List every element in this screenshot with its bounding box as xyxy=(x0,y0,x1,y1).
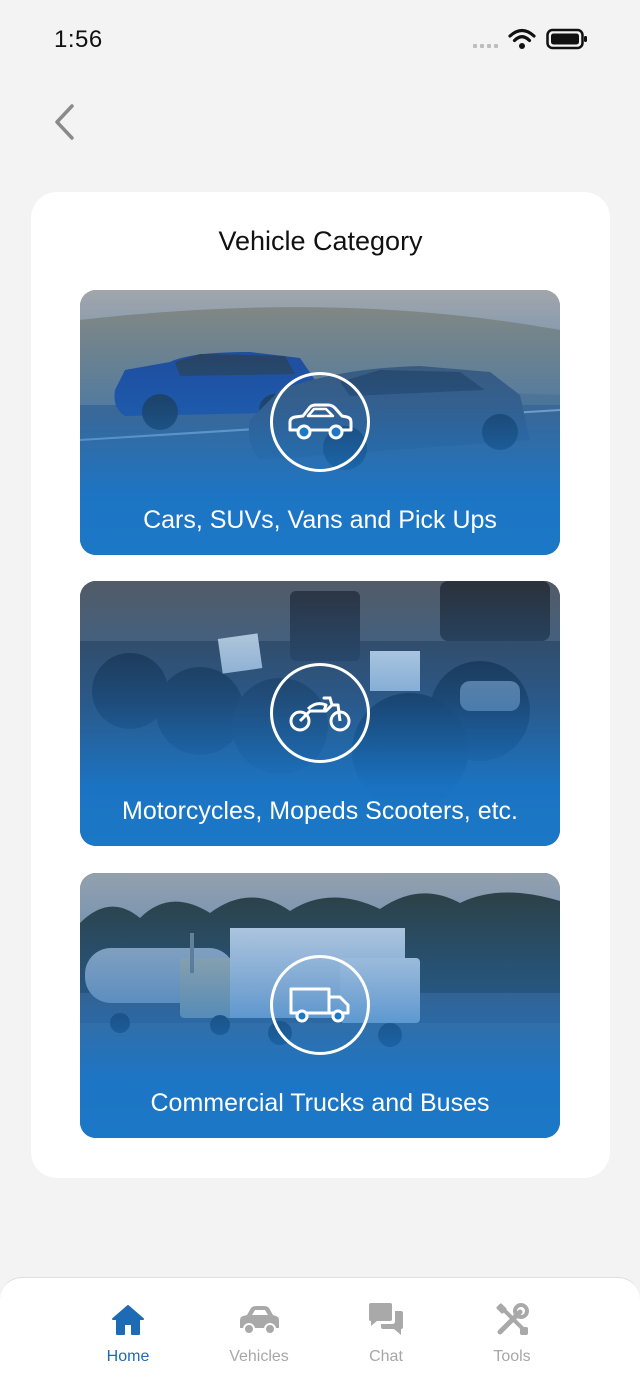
chevron-left-icon xyxy=(55,104,74,140)
nav-item-home[interactable]: Home xyxy=(73,1300,183,1370)
tools-icon xyxy=(496,1303,529,1335)
motorcycle-icon xyxy=(289,696,351,732)
status-time: 1:56 xyxy=(54,26,103,53)
nav-item-vehicles[interactable]: Vehicles xyxy=(204,1300,314,1370)
car-icon xyxy=(240,1306,279,1335)
status-icons xyxy=(473,28,588,50)
bottom-nav: Home Vehicles Chat Tools xyxy=(0,1277,640,1384)
motorcycle-icon-badge xyxy=(270,663,370,763)
status-bar: 1:56 xyxy=(0,0,640,80)
wifi-icon xyxy=(508,28,536,49)
category-tile-cars[interactable]: Cars, SUVs, Vans and Pick Ups xyxy=(80,290,560,555)
category-label: Motorcycles, Mopeds Scooters, etc. xyxy=(122,797,518,825)
battery-icon xyxy=(546,28,587,50)
category-label: Commercial Trucks and Buses xyxy=(150,1089,490,1117)
nav-label: Home xyxy=(106,1348,150,1365)
back-button[interactable] xyxy=(40,98,88,146)
nav-label: Vehicles xyxy=(229,1348,289,1365)
category-label: Cars, SUVs, Vans and Pick Ups xyxy=(143,506,497,534)
nav-item-tools[interactable]: Tools xyxy=(457,1300,567,1370)
truck-icon-badge xyxy=(270,955,370,1055)
truck-icon xyxy=(289,987,350,1023)
home-icon xyxy=(112,1305,144,1335)
chat-icon xyxy=(369,1303,403,1335)
nav-label: Tools xyxy=(493,1348,531,1365)
category-tile-motorcycles[interactable]: Motorcycles, Mopeds Scooters, etc. xyxy=(80,581,560,846)
page-title: Vehicle Category xyxy=(218,226,423,256)
nav-item-chat[interactable]: Chat xyxy=(331,1300,441,1370)
car-icon xyxy=(288,403,353,440)
signal-icon xyxy=(473,28,498,50)
category-card: Vehicle Category Cars, SUVs, Vans and Pi… xyxy=(31,192,610,1178)
nav-label: Chat xyxy=(369,1348,403,1365)
car-icon-badge xyxy=(270,372,370,472)
category-tile-trucks[interactable]: Commercial Trucks and Buses xyxy=(80,873,560,1138)
